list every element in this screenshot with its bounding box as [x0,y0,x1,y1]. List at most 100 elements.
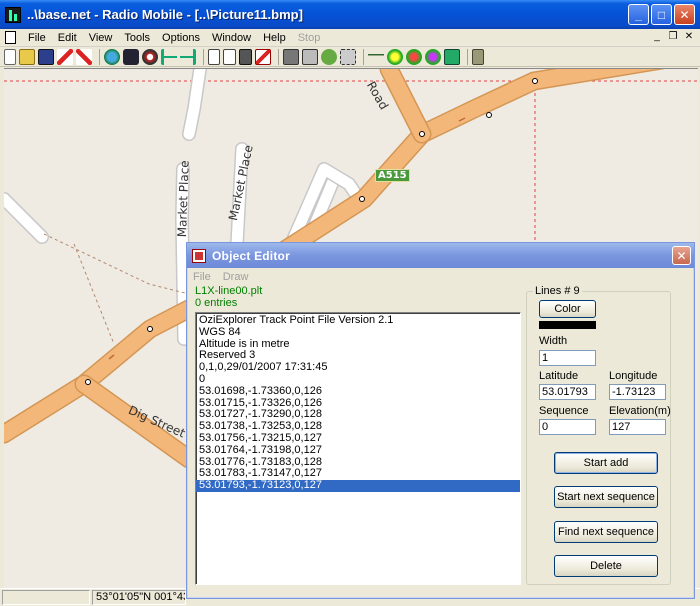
unit-props-icon[interactable] [76,48,92,65]
width-field[interactable]: 1 [539,350,596,366]
menu-options[interactable]: Options [156,32,206,44]
longitude-label: Longitude [609,370,658,382]
sequence-label: Sequence [539,405,589,417]
menu-file[interactable]: File [22,32,52,44]
minor-road [183,69,206,140]
track-points-list[interactable]: OziExplorer Track Point File Version 2.1… [195,312,521,585]
start-add-button[interactable]: Start add [554,452,658,474]
face-icon[interactable] [321,48,337,65]
elevation-label: Elevation(m) [609,405,671,417]
globe3-icon[interactable] [425,48,441,65]
coverage-icon[interactable] [142,48,158,65]
lines-group-box: Lines # 9 Color Width 1 Latitude 53.0179… [526,285,671,585]
toolbar-separator [278,48,279,65]
file-name-label: L1X-line00.plt [195,285,263,297]
entries-count-label: 0 entries [195,297,238,309]
title-bar: ..\base.net - Radio Mobile - [..\Picture… [0,0,700,29]
minor-road [4,193,48,243]
mdi-restore-button[interactable]: ❐ [666,31,680,44]
track-point-row[interactable]: OziExplorer Track Point File Version 2.1 [196,314,520,327]
toolbar-separator [363,48,364,65]
delete-button[interactable]: Delete [554,555,658,577]
waypoint [147,326,153,332]
network-props-icon[interactable] [57,48,73,65]
track-point-row[interactable]: 53.01756,-1.73215,0,127 [196,432,520,445]
menu-view[interactable]: View [83,32,119,44]
object-editor-window: Object Editor ✕ File Draw L1X-line00.plt… [186,242,695,599]
mdi-close-button[interactable]: ✕ [682,31,696,44]
track-point-row[interactable]: 53.01793,-1.73123,0,127 [196,479,520,492]
object-editor-title-bar: Object Editor ✕ [187,243,694,268]
pan-left-icon[interactable] [161,48,177,65]
object-editor-icon[interactable] [192,248,206,263]
waypoint [532,78,538,84]
globe2-icon[interactable] [406,48,422,65]
object-editor-close-button[interactable]: ✕ [672,246,691,265]
open-icon[interactable] [19,48,35,65]
start-next-sequence-button[interactable]: Start next sequence [554,486,658,508]
toolbar [0,47,700,67]
new-icon[interactable] [4,48,16,65]
track-point-row[interactable]: WGS 84 [196,326,520,339]
menu-help[interactable]: Help [257,32,292,44]
lines-group-label: Lines # 9 [533,285,582,297]
line-color-swatch [539,321,596,329]
close-button[interactable]: ✕ [674,4,695,25]
pan-right-icon[interactable] [180,48,196,65]
waypoint [486,112,492,118]
sequence-field[interactable]: 0 [539,419,596,435]
toolbar-separator [203,48,204,65]
object-editor-title: Object Editor [212,248,290,263]
book-icon[interactable] [472,48,484,65]
map-props-icon[interactable] [208,48,220,65]
radio-mobile-icon[interactable] [5,6,21,23]
monitor-icon[interactable] [444,48,460,65]
maximize-button[interactable]: □ [651,4,672,25]
track-point-row[interactable]: 0,1,0,29/01/2007 17:31:45 [196,361,520,374]
footpath [43,233,190,295]
antenna-icon[interactable] [368,48,384,65]
menu-edit[interactable]: Edit [52,32,83,44]
fit-icon[interactable] [340,48,356,65]
waypoint [359,196,365,202]
minimize-button[interactable]: _ [628,4,649,25]
track-point-row[interactable]: 53.01764,-1.73198,0,127 [196,444,520,457]
status-coordinates: 53°01'05"N 001°43'5 [92,590,186,605]
window-title: ..\base.net - Radio Mobile - [..\Picture… [27,7,303,22]
object-editor-menu-bar: File Draw [191,269,258,285]
elevation-field[interactable]: 127 [609,419,666,435]
latitude-field[interactable]: 53.01793 [539,384,596,400]
menu-bar: File Edit View Tools Options Window Help… [0,29,700,47]
color-button[interactable]: Color [539,300,596,318]
track-point-row[interactable]: 53.01698,-1.73360,0,126 [196,385,520,398]
editor-menu-file[interactable]: File [191,271,211,283]
footpath [73,243,115,345]
world-icon[interactable] [104,48,120,65]
paste-icon[interactable] [239,48,252,65]
toolbar-separator [467,48,468,65]
find-next-sequence-button[interactable]: Find next sequence [554,521,658,543]
merge-icon[interactable] [255,48,271,65]
menu-tools[interactable]: Tools [118,32,156,44]
track-point-row[interactable]: 0 [196,373,520,386]
document-icon[interactable] [5,31,16,44]
longitude-field[interactable]: -1.73123 [609,384,666,400]
menu-window[interactable]: Window [206,32,257,44]
waypoint [419,131,425,137]
latitude-label: Latitude [539,370,579,382]
mdi-controls: _ ❐ ✕ [650,31,696,44]
copy-icon[interactable] [223,48,236,65]
save-icon[interactable] [38,48,54,65]
screen-icon[interactable] [302,48,318,65]
toolbar-separator [99,48,100,65]
waypoint [85,379,91,385]
menu-stop: Stop [297,31,321,44]
radio-link-icon[interactable] [123,48,139,65]
main-road [381,69,430,142]
print-icon[interactable] [283,48,299,65]
mdi-minimize-button[interactable]: _ [650,31,664,44]
status-empty-cell [2,590,90,605]
globe1-icon[interactable] [387,48,403,65]
editor-menu-draw[interactable]: Draw [221,271,249,283]
a515-road-shield: A515 [375,169,410,182]
